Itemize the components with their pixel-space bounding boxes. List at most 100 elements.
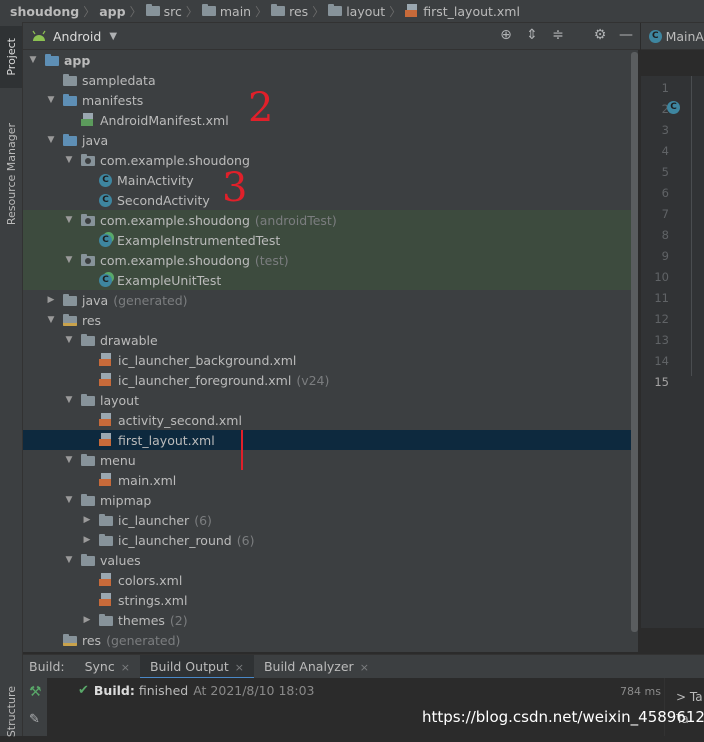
- view-selector[interactable]: Android: [53, 29, 101, 44]
- tree-row[interactable]: ic_launcher_background.xml: [23, 350, 638, 370]
- tree-row[interactable]: ic_launcher_foreground.xml (v24): [23, 370, 638, 390]
- editor-tab-mainactivity[interactable]: MainA: [666, 29, 704, 44]
- breadcrumb-item[interactable]: main: [216, 4, 255, 19]
- chevron-down-icon[interactable]: ▼: [63, 335, 75, 345]
- project-panel-header: Android ▼ ⊕ ⇕ ≑ ⚙ —: [23, 23, 640, 50]
- tree-row[interactable]: ▼ com.example.shoudong (test): [23, 250, 638, 270]
- chevron-down-icon[interactable]: ▼: [27, 55, 39, 65]
- structure-tool-tab[interactable]: Structure: [0, 682, 22, 742]
- tree-item-label: ExampleUnitTest: [117, 272, 222, 288]
- breadcrumb-item[interactable]: shoudong: [0, 4, 83, 19]
- line-number: 13: [654, 333, 669, 347]
- tree-row[interactable]: C ExampleInstrumentedTest: [23, 230, 638, 250]
- project-tool-tab[interactable]: Project: [0, 26, 22, 88]
- chevron-down-icon[interactable]: ▼: [63, 215, 75, 225]
- tree-item-label: SecondActivity: [117, 192, 210, 208]
- breadcrumb-item[interactable]: res: [285, 4, 312, 19]
- tree-row[interactable]: ▼ com.example.shoudong (androidTest): [23, 210, 638, 230]
- build-tab[interactable]: Build Analyzer ×: [254, 655, 379, 679]
- folder-icon: [145, 4, 160, 16]
- chevron-down-icon[interactable]: ▼: [63, 455, 75, 465]
- chevron-down-icon[interactable]: ▼: [63, 555, 75, 565]
- tree-row[interactable]: activity_second.xml: [23, 410, 638, 430]
- minimize-icon[interactable]: —: [618, 27, 634, 43]
- locate-icon[interactable]: ⊕: [498, 27, 514, 43]
- build-tab[interactable]: Sync ×: [75, 655, 140, 679]
- line-number: 1: [661, 81, 669, 95]
- tree-scrollbar[interactable]: [631, 52, 638, 632]
- build-status-label: Build:: [93, 683, 135, 698]
- folder-icon: [81, 494, 95, 506]
- chevron-down-icon[interactable]: ▼: [63, 255, 75, 265]
- build-tab-bar: Build: Sync × Build Output × Build Analyzer ×: [23, 654, 704, 679]
- tree-item-label: ic_launcher: [118, 512, 190, 528]
- tree-item-label: res: [82, 632, 102, 648]
- xml-file-icon: [99, 413, 113, 427]
- tree-row[interactable]: first_layout.xml: [23, 430, 638, 450]
- tree-row[interactable]: ▼ com.example.shoudong: [23, 150, 638, 170]
- line-number: 8: [661, 228, 669, 242]
- close-icon[interactable]: ×: [235, 661, 244, 674]
- tree-row[interactable]: ▼ drawable: [23, 330, 638, 350]
- chevron-down-icon[interactable]: ▼: [63, 395, 75, 405]
- chevron-down-icon[interactable]: ▼: [109, 31, 117, 42]
- breadcrumb-separator: 〉: [255, 4, 268, 19]
- class-gutter-icon[interactable]: C: [667, 101, 680, 114]
- chevron-down-icon[interactable]: ▼: [45, 95, 57, 105]
- expand-all-icon[interactable]: ⇕: [524, 27, 540, 43]
- close-icon[interactable]: ×: [121, 661, 130, 674]
- tree-row[interactable]: ▼ layout: [23, 390, 638, 410]
- tree-row[interactable]: ▼ res: [23, 310, 638, 330]
- build-title: Build:: [29, 659, 65, 674]
- chevron-right-icon[interactable]: ▶: [81, 615, 93, 625]
- chevron-down-icon[interactable]: ▼: [63, 495, 75, 505]
- build-status-row[interactable]: ✔ Build: finished At 2021/8/10 18:03: [78, 683, 315, 698]
- tree-row[interactable]: ▶ ic_launcher (6): [23, 510, 638, 530]
- tree-row[interactable]: ▼ menu: [23, 450, 638, 470]
- chevron-down-icon[interactable]: ▼: [63, 155, 75, 165]
- gear-icon[interactable]: ⚙: [592, 27, 608, 43]
- breadcrumb-separator: 〉: [312, 4, 325, 19]
- tree-row[interactable]: AndroidManifest.xml: [23, 110, 638, 130]
- source-folder-icon: [63, 94, 77, 106]
- tree-row[interactable]: ▼ mipmap: [23, 490, 638, 510]
- tree-row[interactable]: C ExampleUnitTest: [23, 270, 638, 290]
- tree-row[interactable]: res (generated): [23, 630, 638, 650]
- tree-row[interactable]: ▼ manifests: [23, 90, 638, 110]
- close-icon[interactable]: ×: [360, 661, 369, 674]
- breadcrumb-item[interactable]: layout: [342, 4, 389, 19]
- tree-row[interactable]: strings.xml: [23, 590, 638, 610]
- tree-row[interactable]: ▼ java: [23, 130, 638, 150]
- pin-icon[interactable]: ✎: [29, 712, 40, 727]
- build-tab-label: Sync: [84, 659, 115, 674]
- collapse-all-icon[interactable]: ≑: [550, 27, 566, 43]
- chevron-right-icon[interactable]: ▶: [81, 535, 93, 545]
- chevron-down-icon[interactable]: ▼: [45, 135, 57, 145]
- tree-row[interactable]: main.xml: [23, 470, 638, 490]
- tree-row[interactable]: sampledata: [23, 70, 638, 90]
- build-tab[interactable]: Build Output ×: [139, 655, 254, 679]
- left-tool-strip: Project Resource Manager Structure: [0, 22, 23, 738]
- breadcrumb-item[interactable]: app: [95, 4, 129, 19]
- resource-manager-tool-tab[interactable]: Resource Manager: [0, 104, 22, 244]
- source-folder-icon: [63, 134, 77, 146]
- build-tabs: Sync × Build Output × Build Analyzer ×: [75, 655, 379, 679]
- chevron-right-icon[interactable]: ▶: [45, 295, 57, 305]
- tree-row[interactable]: C MainActivity: [23, 170, 638, 190]
- chevron-right-icon[interactable]: ▶: [81, 515, 93, 525]
- tree-row[interactable]: colors.xml: [23, 570, 638, 590]
- tree-row[interactable]: C SecondActivity: [23, 190, 638, 210]
- tree-row[interactable]: ▼ app: [23, 50, 638, 70]
- console-line-1: > Ta: [676, 690, 703, 704]
- folder-icon: [81, 454, 95, 466]
- chevron-down-icon[interactable]: ▼: [45, 315, 57, 325]
- breadcrumb-item[interactable]: src: [160, 4, 186, 19]
- tree-row[interactable]: ▶ themes (2): [23, 610, 638, 630]
- tree-item-label: ic_launcher_foreground.xml: [118, 372, 292, 388]
- breadcrumb-item[interactable]: first_layout.xml: [419, 4, 524, 19]
- hammer-icon[interactable]: ⚒: [29, 684, 42, 700]
- tree-row[interactable]: ▶ ic_launcher_round (6): [23, 530, 638, 550]
- tree-row[interactable]: ▼ values: [23, 550, 638, 570]
- tree-row[interactable]: ▶ java (generated): [23, 290, 638, 310]
- line-number: 3: [661, 123, 669, 137]
